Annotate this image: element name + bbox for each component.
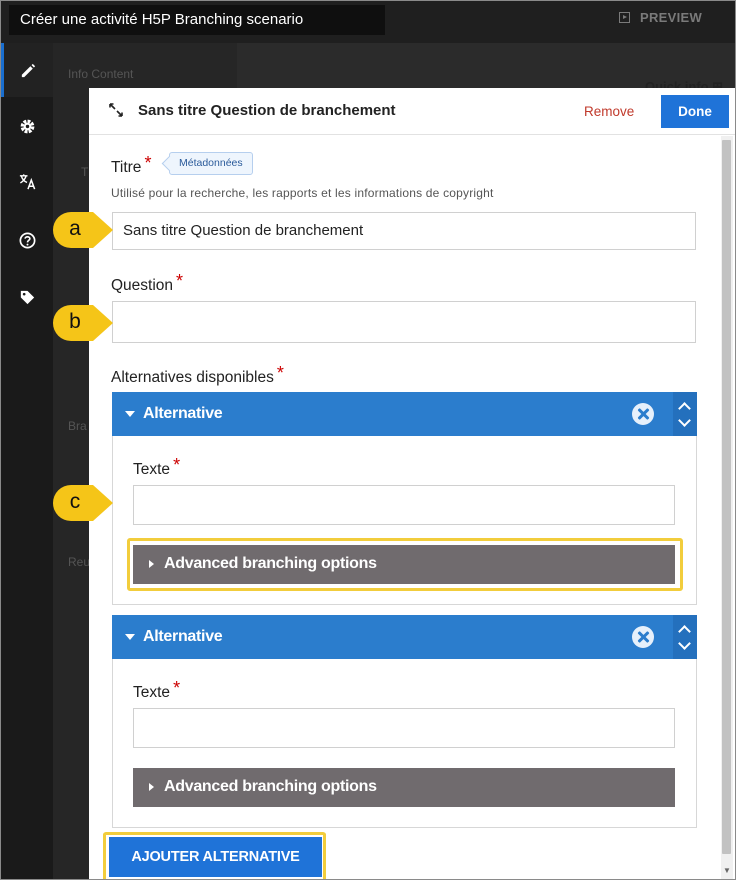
info-content-label: Info Content	[68, 67, 134, 81]
alternative-group-2: Alternative Texte * Advanced branching op…	[112, 615, 697, 828]
titre-input[interactable]: Sans titre Question de branchement	[112, 212, 696, 250]
translate-icon	[19, 173, 35, 189]
close-circle-icon[interactable]	[632, 403, 654, 425]
advanced-branching-label: Advanced branching options	[164, 555, 377, 572]
caret-down-icon	[125, 634, 135, 640]
sidebar-item-help[interactable]	[1, 213, 53, 267]
reorder-arrows[interactable]	[673, 392, 697, 436]
question-input[interactable]	[112, 301, 696, 343]
collapse-arrows-icon[interactable]	[109, 103, 123, 117]
titre-description: Utilisé pour la recherche, les rapports …	[111, 186, 494, 200]
bg-reu-label: Reu	[68, 555, 91, 569]
required-mark: *	[173, 678, 181, 698]
remove-button[interactable]: Remove	[584, 104, 634, 119]
sidebar-item-edit[interactable]	[1, 43, 53, 97]
app-frame: Créer une activité H5P Branching scenari…	[0, 0, 736, 880]
chevron-up-icon[interactable]	[678, 402, 691, 415]
gear-icon	[20, 119, 34, 133]
sidebar-item-tags[interactable]	[1, 270, 53, 324]
texte-input[interactable]	[133, 485, 675, 525]
required-mark: *	[144, 153, 152, 173]
chevron-down-icon[interactable]	[678, 414, 691, 427]
modal-content: Titre * Métadonnées Utilisé pour la reche…	[89, 136, 721, 879]
alternative-group-1: Alternative Texte * Advanced branching op…	[112, 392, 697, 605]
edit-modal: Sans titre Question de branchement Remov…	[89, 88, 735, 879]
callout-letter: c	[69, 490, 81, 513]
advanced-branching-label: Advanced branching options	[164, 778, 377, 795]
modal-title: Sans titre Question de branchement	[138, 102, 396, 119]
close-circle-icon[interactable]	[632, 626, 654, 648]
preview-label: PREVIEW	[640, 10, 703, 25]
alternative-header[interactable]: Alternative	[112, 392, 697, 436]
metadata-button[interactable]: Métadonnées	[169, 152, 253, 175]
help-circle-icon	[19, 232, 35, 248]
reorder-arrows[interactable]	[673, 615, 697, 659]
scrollbar-thumb[interactable]	[722, 140, 731, 854]
required-mark: *	[173, 455, 181, 475]
texte-label: Texte *	[133, 678, 181, 701]
callout-letter: a	[69, 217, 81, 240]
add-alternative-button[interactable]: AJOUTER ALTERNATIVE	[109, 837, 322, 877]
tag-icon	[20, 290, 34, 304]
required-mark: *	[276, 363, 284, 383]
window-title: Créer une activité H5P Branching scenari…	[9, 5, 385, 35]
required-mark: *	[176, 271, 184, 291]
callout-letter: b	[69, 310, 81, 333]
advanced-branching-options-button[interactable]: Advanced branching options	[133, 545, 675, 584]
texte-input[interactable]	[133, 708, 675, 748]
preview-icon	[619, 12, 630, 23]
chevron-up-icon[interactable]	[678, 625, 691, 638]
icon-sidebar	[1, 43, 53, 879]
alternative-title: Alternative	[143, 405, 223, 422]
question-label: Question *	[111, 271, 184, 294]
pencil-icon	[21, 63, 36, 77]
alternatives-label: Alternatives disponibles *	[111, 363, 284, 386]
texte-label: Texte *	[133, 455, 181, 478]
preview-button[interactable]: PREVIEW	[619, 10, 702, 25]
done-button[interactable]: Done	[661, 95, 729, 128]
caret-right-icon	[149, 783, 154, 791]
callout-c: c	[53, 485, 113, 521]
alternative-title: Alternative	[143, 628, 223, 645]
sidebar-item-translate[interactable]	[1, 154, 53, 208]
bg-t-label: T	[81, 165, 89, 179]
advanced-branching-options-button[interactable]: Advanced branching options	[133, 768, 675, 807]
bg-bra-label: Bra	[68, 419, 87, 433]
caret-right-icon	[149, 560, 154, 568]
chevron-down-icon[interactable]	[678, 637, 691, 650]
alternative-header[interactable]: Alternative	[112, 615, 697, 659]
sidebar-item-settings[interactable]	[1, 99, 53, 153]
titre-label: Titre *	[111, 153, 152, 176]
modal-header: Sans titre Question de branchement Remov…	[89, 88, 735, 135]
callout-a: a	[53, 212, 113, 248]
scroll-down-arrow-icon[interactable]: ▼	[723, 866, 731, 875]
top-bar: Créer une activité H5P Branching scenari…	[1, 1, 735, 43]
callout-b: b	[53, 305, 113, 341]
caret-down-icon	[125, 411, 135, 417]
modal-scrollbar[interactable]: ▼	[721, 136, 733, 879]
